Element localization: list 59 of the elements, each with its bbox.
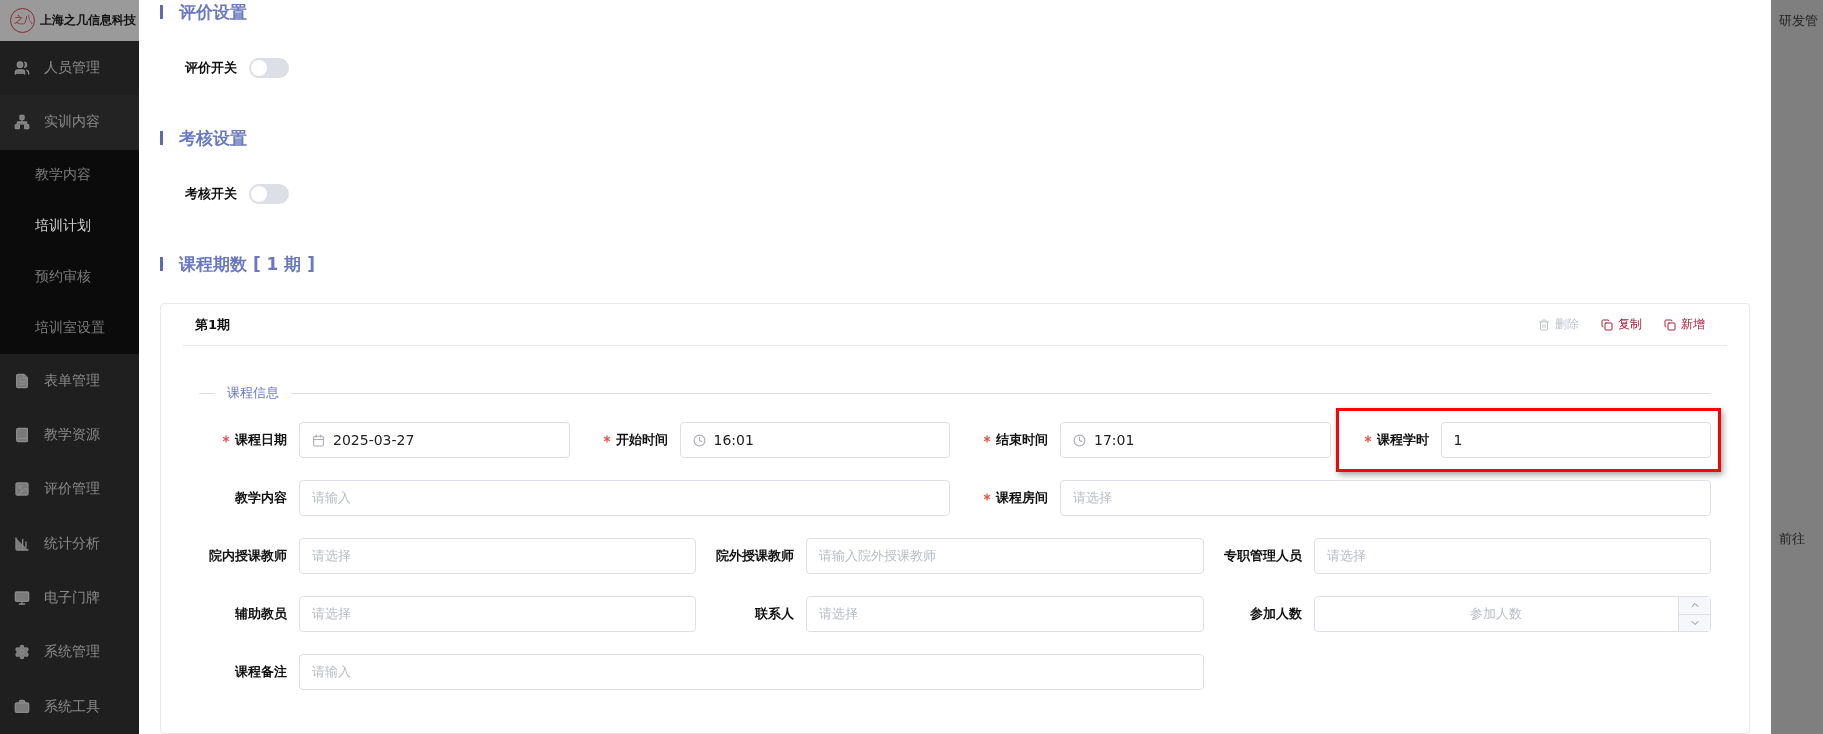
field-label: 专职管理人员 [1222, 547, 1303, 565]
date-field[interactable]: 2025-03-27 [299, 422, 570, 458]
tree-icon [14, 114, 30, 131]
group-title: 课程信息 [227, 384, 279, 402]
sidebar-item[interactable]: 人员管理 [0, 41, 139, 96]
sidebar-item[interactable]: 教学资源 [0, 407, 139, 463]
field-label: 课程房间 [950, 489, 1060, 507]
time-field[interactable]: 17:01 [1060, 422, 1331, 458]
sidebar-item[interactable]: 系统管理 [0, 625, 139, 680]
field-label: 教学内容 [234, 489, 288, 507]
switch-label: 评价开关 [185, 59, 237, 77]
sidebar-item[interactable]: 系统工具 [0, 679, 139, 734]
submenu-item[interactable]: 培训计划 [0, 200, 139, 252]
sidebar-item[interactable]: 电子门牌 [0, 570, 139, 626]
field-label: 课程备注 [233, 663, 288, 681]
toggle-switch[interactable] [249, 58, 289, 78]
field-label: 院外授课教师 [715, 547, 796, 565]
field-label: 课程学时 [1330, 431, 1441, 449]
field-label: 联系人 [754, 605, 796, 623]
settings-icon [14, 644, 30, 661]
field-label: 参加人数 [1248, 605, 1303, 623]
section-heading: 课程期数 [ 1 期 ] [179, 252, 316, 276]
switch-label: 考核开关 [185, 185, 237, 203]
field-label: 结束时间 [950, 431, 1060, 449]
field-label: 开始时间 [569, 431, 680, 449]
input-field[interactable]: 1 [1440, 422, 1711, 458]
company-name: 上海之几信息科技 [40, 12, 136, 29]
menu-text: 研发管 [1779, 12, 1819, 30]
submenu-item[interactable]: 教学内容 [0, 149, 139, 201]
field-label: 辅助教员 [234, 605, 288, 623]
bar-chart-icon [14, 535, 30, 552]
action-link[interactable]: 新增 [1664, 316, 1705, 333]
users-icon [14, 60, 30, 77]
sidebar-item[interactable]: 统计分析 [0, 516, 139, 571]
briefcase-icon [14, 698, 30, 715]
copy-icon [1601, 318, 1613, 331]
calendar-icon [312, 433, 325, 447]
card-title: 第1期 [195, 315, 231, 334]
submenu-item[interactable]: 预约审核 [0, 251, 139, 303]
image-icon [14, 481, 30, 498]
book-icon [14, 427, 30, 444]
field-label: 课程日期 [189, 431, 299, 449]
sidebar-item[interactable]: 实训内容 [0, 95, 139, 150]
toggle-switch[interactable] [249, 184, 289, 204]
action-link[interactable]: 复制 [1601, 316, 1642, 333]
trash-icon [1538, 318, 1550, 331]
sidebar-item[interactable]: 表单管理 [0, 353, 139, 408]
time-field[interactable]: 16:01 [679, 422, 950, 458]
section-heading: 评价设置 [179, 0, 247, 24]
section-heading: 考核设置 [179, 126, 247, 150]
form-icon [14, 372, 30, 389]
sidebar-item[interactable]: 评价管理 [0, 462, 139, 517]
submenu-item[interactable]: 培训室设置 [0, 302, 139, 354]
clock-icon [692, 433, 706, 447]
pager-label: 前往 [1779, 530, 1806, 548]
copy-icon [1664, 318, 1676, 331]
field-label: 院内授课教师 [208, 547, 288, 565]
clock-icon [1073, 433, 1086, 447]
monitor-icon [14, 590, 30, 607]
